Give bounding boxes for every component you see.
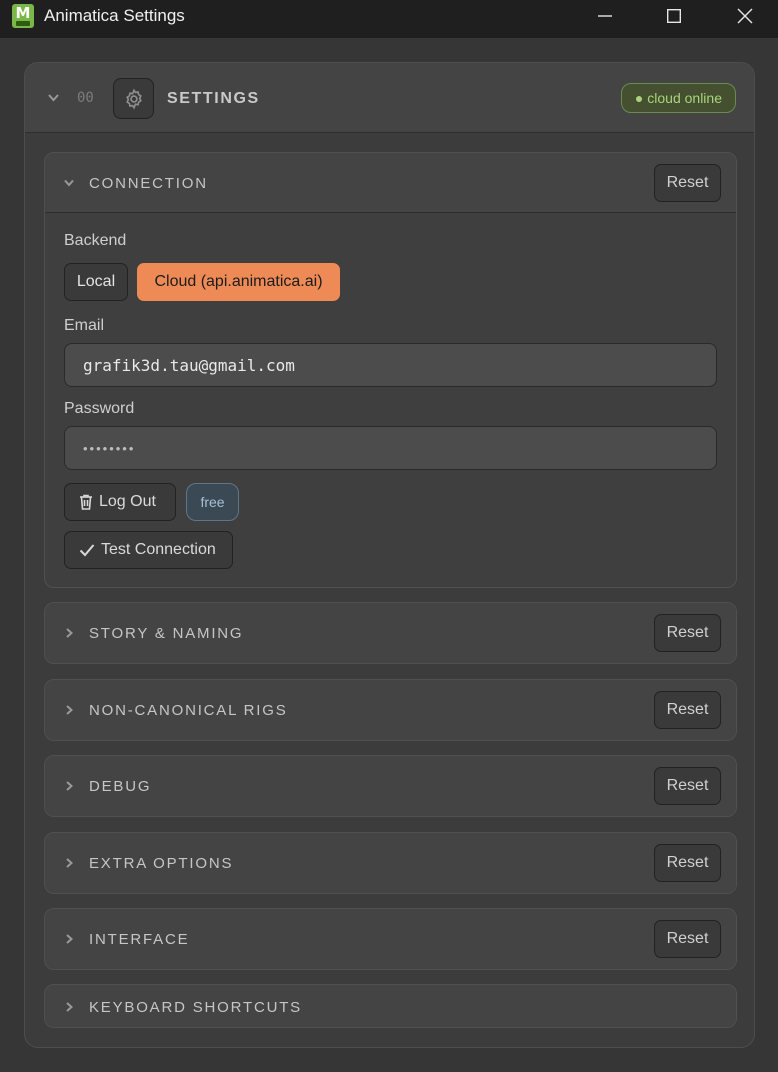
section-connection: CONNECTION Reset Backend Local Cloud (ap… xyxy=(44,152,737,588)
reset-button[interactable]: Reset xyxy=(654,691,721,729)
status-badge: ● cloud online xyxy=(620,83,736,113)
section-story-naming: STORY & NAMING Reset xyxy=(44,602,737,664)
gear-icon xyxy=(125,88,142,109)
chevron-right-icon[interactable] xyxy=(63,780,75,792)
password-field[interactable] xyxy=(64,426,717,470)
backend-cloud-button[interactable]: Cloud (api.animatica.ai) xyxy=(137,263,340,301)
chevron-right-icon[interactable] xyxy=(63,627,75,639)
section-header-debug[interactable]: DEBUG Reset xyxy=(45,756,736,816)
chevron-right-icon[interactable] xyxy=(63,1001,75,1013)
chevron-right-icon[interactable] xyxy=(63,857,75,869)
maximize-icon xyxy=(667,9,681,23)
maximize-button[interactable] xyxy=(651,0,697,32)
app-logo-icon: M xyxy=(12,4,34,28)
close-button[interactable] xyxy=(722,0,768,32)
window-title: Animatica Settings xyxy=(44,6,185,25)
section-interface: INTERFACE Reset xyxy=(44,908,737,970)
chevron-down-icon[interactable] xyxy=(63,177,75,189)
section-title: STORY & NAMING xyxy=(89,625,244,642)
section-header-keyboard-shortcuts[interactable]: KEYBOARD SHORTCUTS xyxy=(45,985,736,1027)
settings-panel-header[interactable]: 00 SETTINGS ● cloud online xyxy=(25,63,754,133)
minimize-icon xyxy=(598,15,612,17)
reset-button[interactable]: Reset xyxy=(654,767,721,805)
connection-body: Backend Local Cloud (api.animatica.ai) E… xyxy=(45,213,736,587)
backend-label: Backend xyxy=(64,232,127,249)
section-non-canonical-rigs: NON-CANONICAL RIGS Reset xyxy=(44,679,737,741)
logout-label: Log Out xyxy=(99,493,156,510)
email-label: Email xyxy=(64,317,105,334)
section-title: KEYBOARD SHORTCUTS xyxy=(89,999,302,1016)
section-header-non-canonical-rigs[interactable]: NON-CANONICAL RIGS Reset xyxy=(45,680,736,740)
section-debug: DEBUG Reset xyxy=(44,755,737,817)
password-label: Password xyxy=(64,400,135,417)
reset-button[interactable]: Reset xyxy=(654,920,721,958)
section-title: EXTRA OPTIONS xyxy=(89,855,234,872)
section-header-interface[interactable]: INTERFACE Reset xyxy=(45,909,736,969)
logout-button[interactable]: Log Out xyxy=(64,483,176,521)
minimize-button[interactable] xyxy=(582,0,628,32)
section-header-extra-options[interactable]: EXTRA OPTIONS Reset xyxy=(45,833,736,893)
panel-number: 00 xyxy=(77,90,94,106)
reset-button[interactable]: Reset xyxy=(654,164,721,202)
section-header-connection[interactable]: CONNECTION Reset xyxy=(45,153,736,213)
reset-button[interactable]: Reset xyxy=(654,844,721,882)
section-title: INTERFACE xyxy=(89,931,190,948)
chevron-right-icon[interactable] xyxy=(63,704,75,716)
section-title: DEBUG xyxy=(89,778,152,795)
section-keyboard-shortcuts: KEYBOARD SHORTCUTS xyxy=(44,984,737,1028)
section-extra-options: EXTRA OPTIONS Reset xyxy=(44,832,737,894)
settings-panel: 00 SETTINGS ● cloud online CONNECTION Re… xyxy=(24,62,755,1048)
reset-button[interactable]: Reset xyxy=(654,614,721,652)
email-field[interactable] xyxy=(64,343,717,387)
plan-tier-badge: free xyxy=(186,483,239,521)
section-header-story-naming[interactable]: STORY & NAMING Reset xyxy=(45,603,736,663)
app-logo-letter: M xyxy=(15,4,31,22)
test-connection-label: Test Connection xyxy=(101,541,216,558)
test-connection-button[interactable]: Test Connection xyxy=(64,531,233,569)
chevron-right-icon[interactable] xyxy=(63,933,75,945)
gear-icon-box xyxy=(113,78,154,119)
panel-title: SETTINGS xyxy=(167,90,260,107)
section-title: CONNECTION xyxy=(89,175,208,192)
trash-icon xyxy=(80,494,92,510)
section-title: NON-CANONICAL RIGS xyxy=(89,702,288,719)
backend-local-button[interactable]: Local xyxy=(64,263,128,301)
window-titlebar: M Animatica Settings xyxy=(0,0,778,38)
checkmark-icon xyxy=(79,544,95,557)
close-icon xyxy=(737,8,753,24)
chevron-down-icon[interactable] xyxy=(47,91,60,104)
